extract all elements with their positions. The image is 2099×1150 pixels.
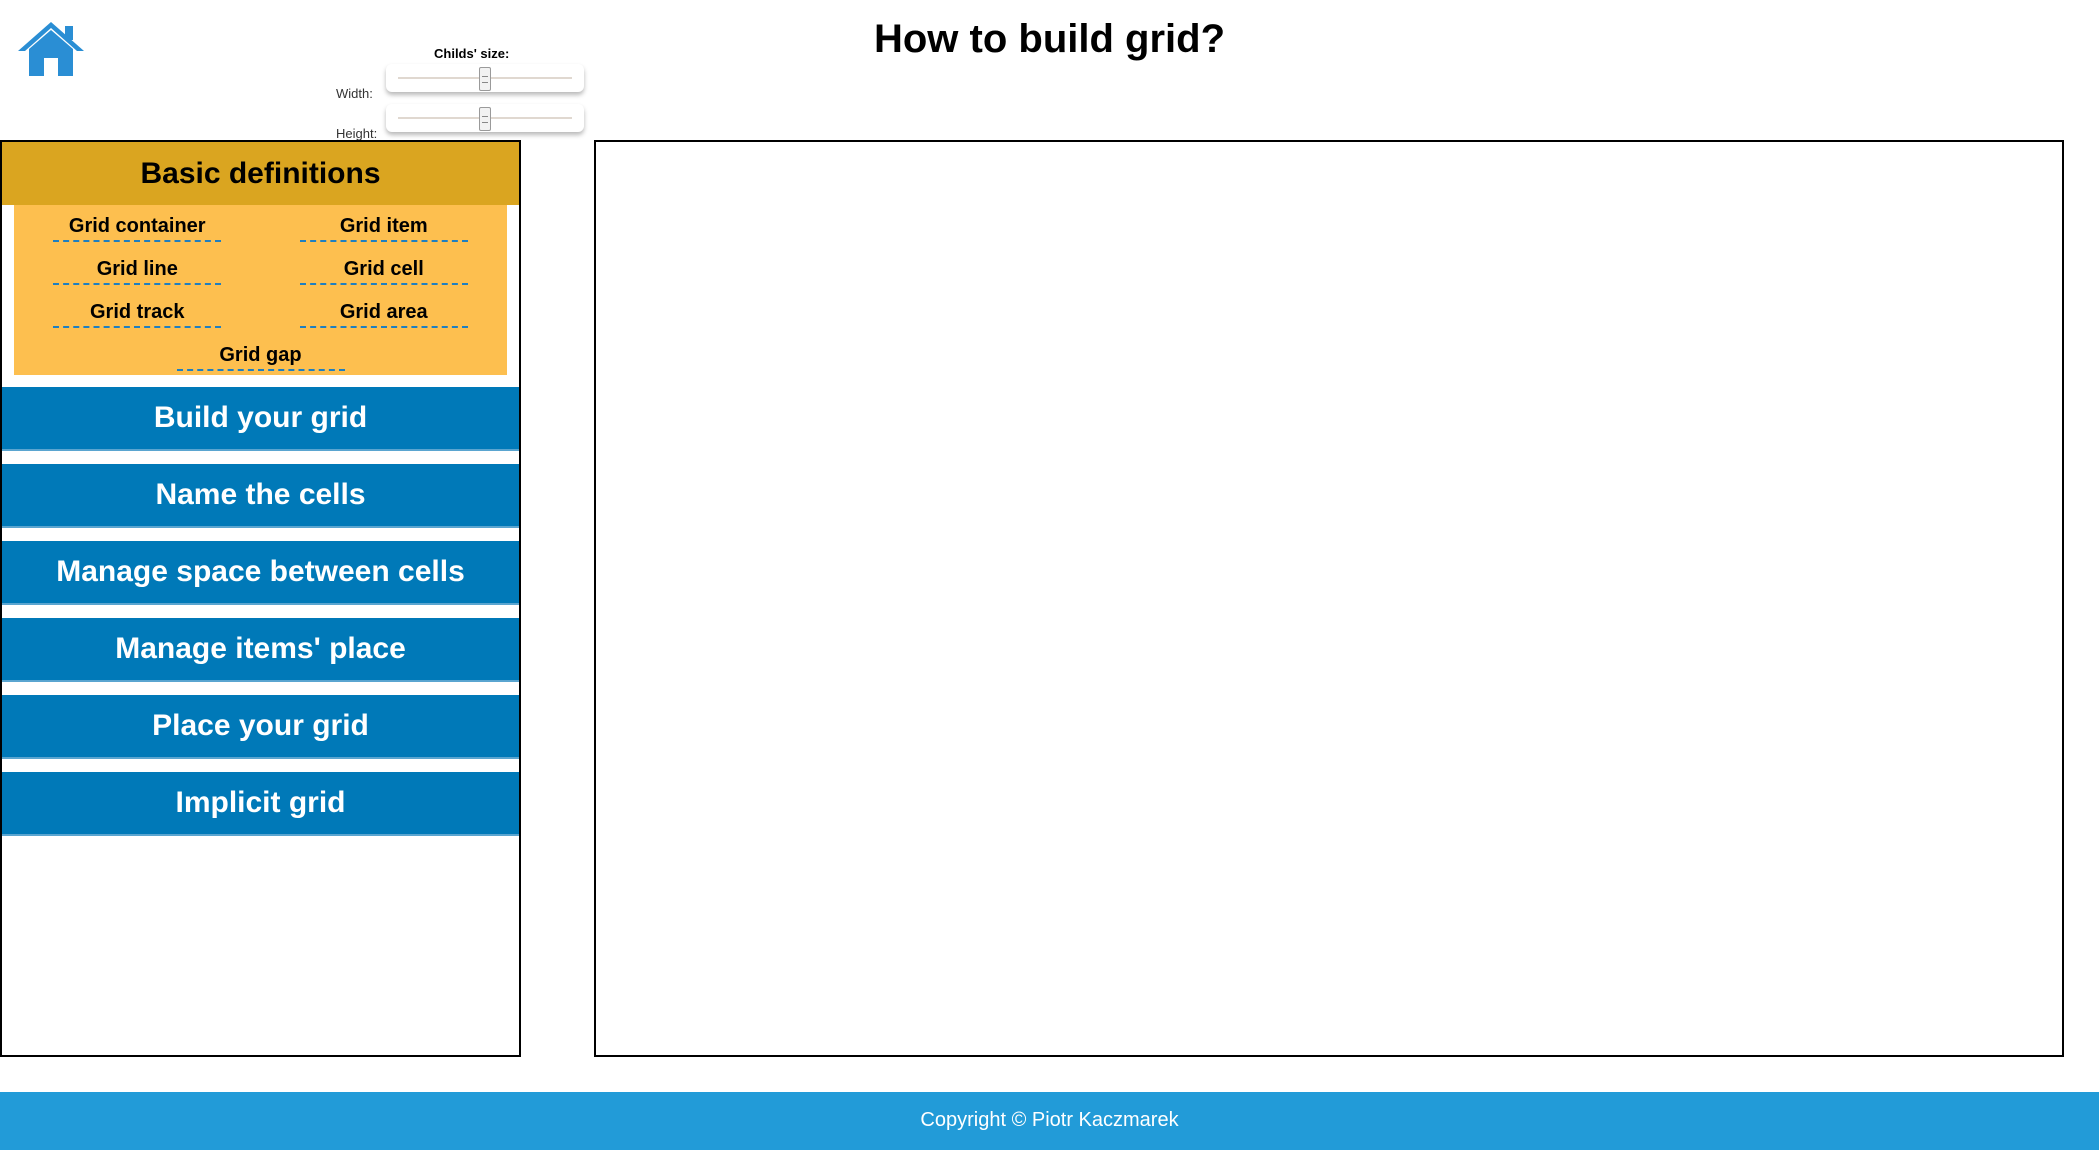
- height-label: Height:: [336, 126, 378, 141]
- sidebar: Basic definitions Grid container Grid it…: [0, 140, 521, 1057]
- menu-implicit-grid[interactable]: Implicit grid: [2, 772, 519, 836]
- def-grid-line[interactable]: Grid line: [53, 256, 222, 285]
- width-slider-thumb[interactable]: [479, 67, 491, 91]
- height-slider[interactable]: [386, 104, 584, 132]
- childs-size-controls: Childs' size: Width: Height:: [300, 44, 590, 144]
- footer: Copyright © Piotr Kaczmarek: [0, 1092, 2099, 1150]
- menu-manage-space-between-cells[interactable]: Manage space between cells: [2, 541, 519, 605]
- sidebar-menu: Build your grid Name the cells Manage sp…: [2, 387, 519, 836]
- def-grid-container[interactable]: Grid container: [53, 213, 222, 242]
- grid-display-area: [594, 140, 2064, 1057]
- width-slider[interactable]: [386, 64, 584, 92]
- def-grid-gap[interactable]: Grid gap: [176, 342, 345, 371]
- menu-build-your-grid[interactable]: Build your grid: [2, 387, 519, 451]
- height-slider-thumb[interactable]: [479, 107, 491, 131]
- menu-manage-items-place[interactable]: Manage items' place: [2, 618, 519, 682]
- basic-definitions-section: Basic definitions: [2, 142, 519, 205]
- copyright-text: Copyright © Piotr Kaczmarek: [920, 1109, 1179, 1131]
- childs-size-label: Childs' size:: [434, 46, 510, 61]
- width-label: Width:: [336, 86, 373, 101]
- menu-place-your-grid[interactable]: Place your grid: [2, 695, 519, 759]
- def-grid-cell[interactable]: Grid cell: [299, 256, 468, 285]
- def-grid-item[interactable]: Grid item: [299, 213, 468, 242]
- def-grid-area[interactable]: Grid area: [299, 299, 468, 328]
- def-grid-track[interactable]: Grid track: [53, 299, 222, 328]
- basic-definitions-panel: Grid container Grid item Grid line Grid …: [14, 205, 507, 375]
- basic-definitions-header[interactable]: Basic definitions: [2, 142, 519, 205]
- menu-name-the-cells[interactable]: Name the cells: [2, 464, 519, 528]
